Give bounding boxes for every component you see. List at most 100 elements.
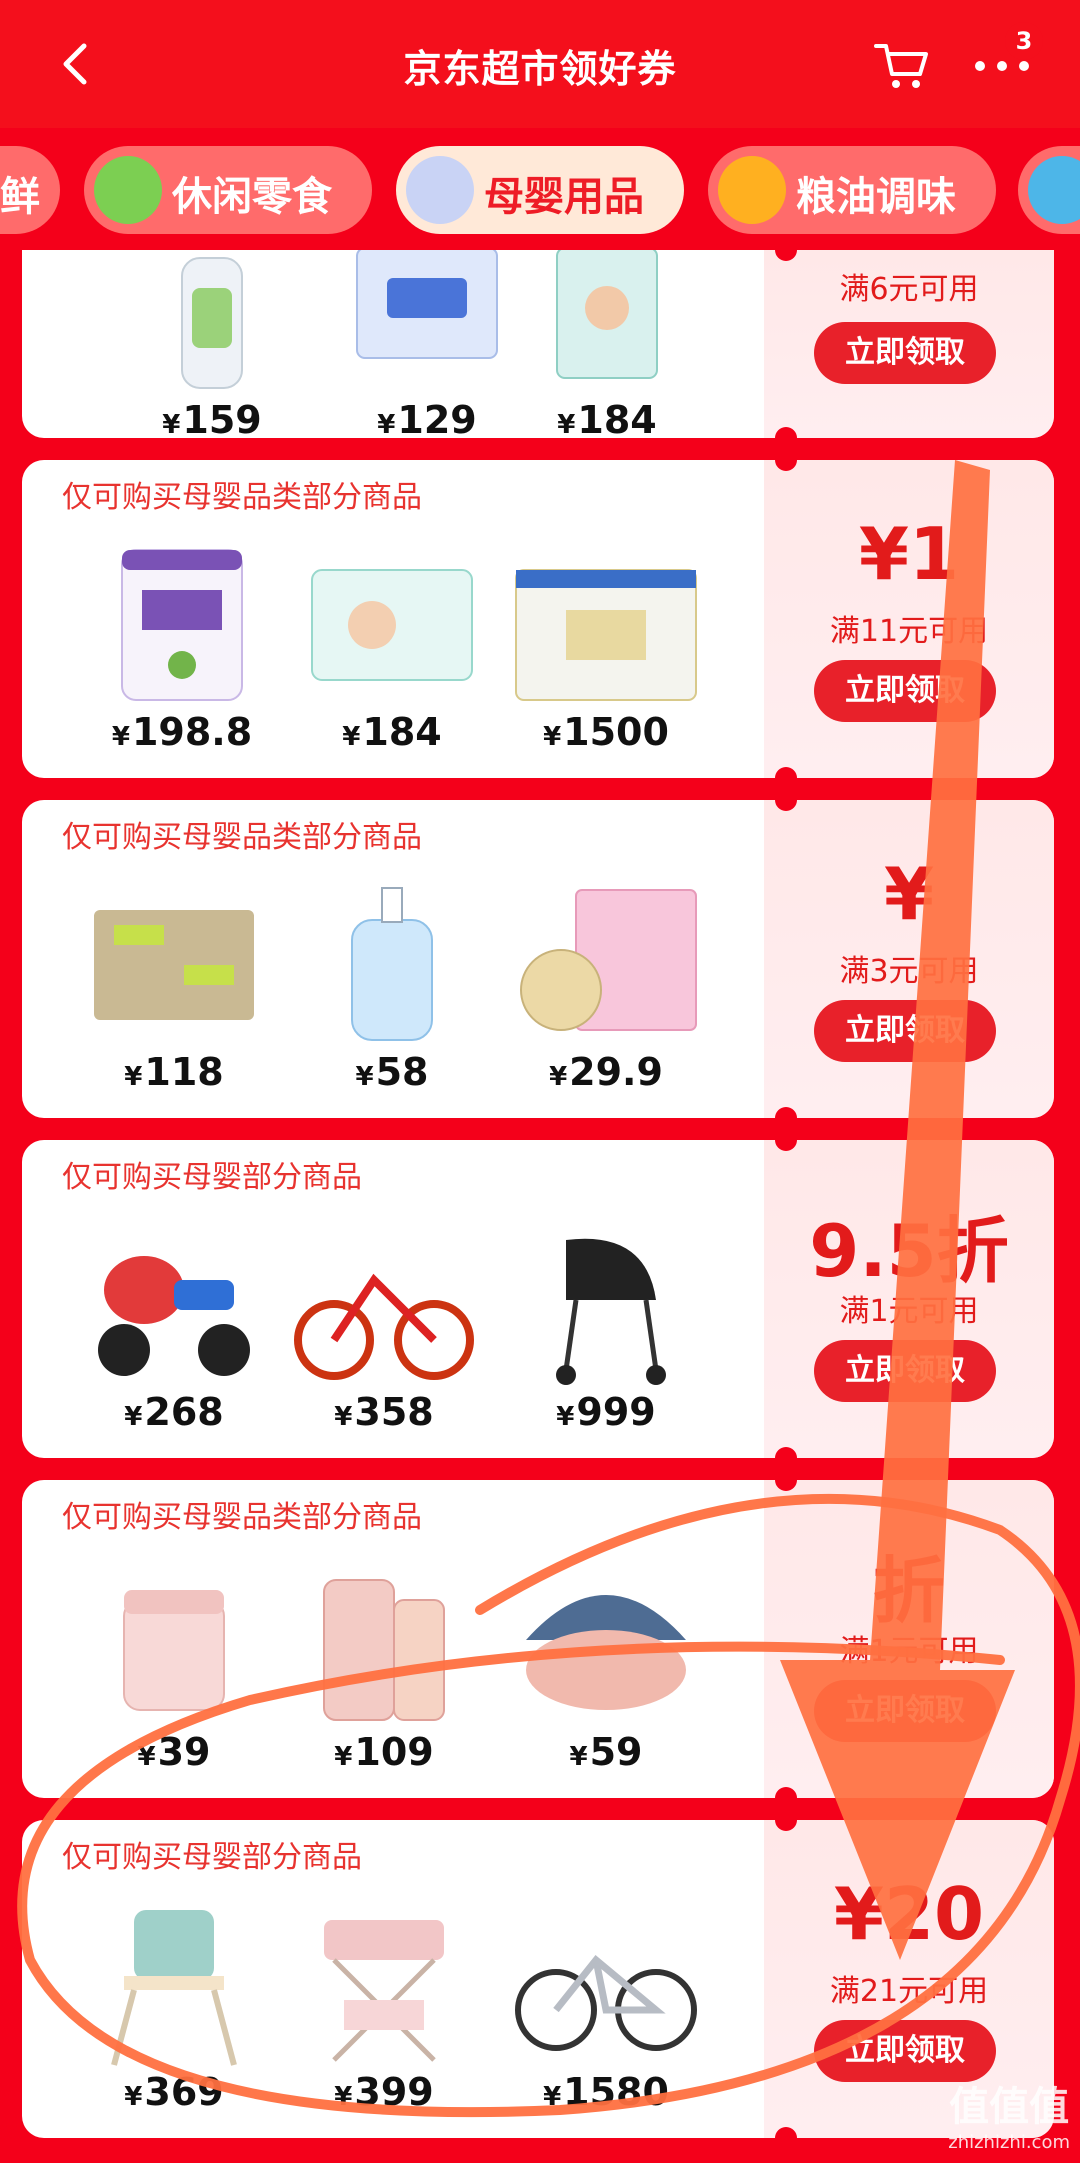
coupon-condition: 满21元可用 [829,1974,989,2009]
kids-motorbike-image [98,1256,250,1376]
top-bar: 京东超市领好券 3 [0,0,1080,128]
product-price: ¥358 [334,1390,434,1434]
kids-bicycle-image [515,1955,697,2051]
coupon-restriction-label: 仅可购买母婴部分商品 [62,1160,362,1195]
product-item[interactable]: ¥198.8 [82,530,282,754]
product-item[interactable]: ¥29.9 [506,870,706,1094]
product-price: ¥999 [556,1390,656,1434]
product-price: ¥184 [342,710,442,754]
coupon-condition: 满11元可用 [829,614,989,649]
diaper-pack-image [311,569,473,681]
category-tab-fresh[interactable]: 鲜 [0,146,60,234]
product-price: ¥399 [334,2070,434,2114]
stroller-image [556,1238,666,1385]
coupon-card: ¥ 满3元可用 立即领取 仅可购买母婴品类部分商品 ¥118 ¥58 ¥29.9 [22,800,1054,1118]
coupon-card: 9.5折 满1元可用 立即领取 仅可购买母婴部分商品 ¥268 ¥358 ¥99… [22,1140,1054,1458]
claim-button[interactable]: 立即领取 [814,660,996,722]
claim-button[interactable]: 立即领取 [814,2020,996,2082]
coupon-restriction-label: 仅可购买母婴部分商品 [62,1840,362,1875]
product-item[interactable]: ¥58 [292,870,492,1094]
baby-cream-jar-image [123,1590,225,1711]
baby-bottle-icon [406,156,474,224]
product-item[interactable]: ¥358 [284,1210,484,1434]
product-item[interactable]: ¥399 [284,1890,484,2114]
category-tabs: 鲜 休闲零食 母婴用品 粮油调味 [0,140,1080,250]
diaper-pack-image [556,250,658,379]
product-item[interactable]: ¥1580 [506,1890,706,2114]
category-tab-label: 鲜 [0,174,40,220]
product-item[interactable]: ¥59 [506,1550,706,1774]
watermark: 值值值 zhizhizhi.com [948,2084,1070,2153]
coupon-value-panel: 满6元可用 立即领取 [764,250,1054,438]
coupon-card: 折 满1元可用 立即领取 仅可购买母婴品类部分商品 ¥39 ¥109 ¥59 [22,1480,1054,1798]
category-tab-more[interactable] [1018,146,1080,234]
category-tab-snacks[interactable]: 休闲零食 [84,146,372,234]
product-item[interactable]: ¥109 [284,1550,484,1774]
oil-bottle-icon [718,156,786,224]
product-price: ¥29.9 [549,1050,663,1094]
product-item[interactable]: ¥129 [327,250,527,438]
product-price: ¥1500 [543,710,669,754]
coupon-value-panel: 9.5折 满1元可用 立即领取 [764,1140,1054,1458]
changing-table-image [324,1920,444,2062]
claim-button[interactable]: 立即领取 [814,322,996,384]
product-price: ¥369 [124,2070,224,2114]
coupon-card: 满6元可用 立即领取 ¥159 ¥129 ¥184 [22,250,1054,438]
coupon-condition: 满1元可用 [839,1634,979,1669]
product-item[interactable]: ¥118 [74,870,274,1094]
coupon-card: ¥1 满11元可用 立即领取 仅可购买母婴品类部分商品 ¥198.8 ¥184 [22,460,1054,778]
coupon-amount: ¥1 [858,512,960,596]
product-item[interactable]: ¥184 [292,530,492,754]
wipes-pack-image [94,910,254,1020]
product-item[interactable]: ¥184 [507,250,707,438]
baby-bottle-image [181,257,243,389]
coupon-amount: 9.5折 [809,1209,1009,1293]
lotion-bottles-image [323,1579,445,1721]
product-item[interactable]: ¥999 [506,1210,706,1434]
product-price: ¥198.8 [111,710,253,754]
coupon-amount: ¥20 [833,1872,985,1956]
product-price: ¥58 [355,1050,429,1094]
product-price: ¥118 [124,1050,224,1094]
product-price: ¥129 [377,398,477,438]
coupon-condition: 满3元可用 [839,954,979,989]
product-price: ¥268 [124,1390,224,1434]
coupon-card: ¥20 满21元可用 立即领取 仅可购买母婴部分商品 ¥369 ¥399 ¥15… [22,1820,1054,2138]
coupon-restriction-label: 仅可购买母婴品类部分商品 [62,1500,422,1535]
product-price: ¥39 [137,1730,211,1774]
coupon-value-panel: 折 满1元可用 立即领取 [764,1480,1054,1798]
category-tab-label: 休闲零食 [172,174,332,220]
coupon-condition: 满6元可用 [839,272,979,307]
cart-icon[interactable] [874,40,930,92]
coupon-restriction-label: 仅可购买母婴品类部分商品 [62,820,422,855]
product-price: ¥109 [334,1730,434,1774]
coupon-amount: 折 [872,1549,945,1633]
category-tab-label: 粮油调味 [796,174,956,220]
product-item[interactable]: ¥268 [74,1210,274,1434]
formula-cans-image [515,569,697,701]
product-item[interactable]: ¥159 [112,250,312,438]
product-item[interactable]: ¥369 [74,1890,274,2114]
sunscreen-umbrella-image [526,1595,686,1710]
formula-can-image [121,549,243,701]
category-icon [1028,156,1080,224]
diaper-pack-image [356,250,498,359]
product-price: ¥59 [569,1730,643,1774]
product-price: ¥184 [557,398,657,438]
category-tab-grain-oil[interactable]: 粮油调味 [708,146,996,234]
product-price: ¥159 [162,398,262,438]
product-item[interactable]: ¥39 [74,1550,274,1774]
category-tab-baby[interactable]: 母婴用品 [396,146,684,234]
category-tab-label: 母婴用品 [484,174,644,220]
rice-cracker-box-image [520,889,697,1031]
product-price: ¥1580 [543,2070,669,2114]
coupon-restriction-label: 仅可购买母婴品类部分商品 [62,480,422,515]
notification-badge: 3 [1005,22,1043,60]
high-chair-image [111,1910,237,2066]
claim-button[interactable]: 立即领取 [814,1000,996,1062]
coupon-value-panel: ¥1 满11元可用 立即领取 [764,460,1054,778]
product-item[interactable]: ¥1500 [506,530,706,754]
claim-button[interactable]: 立即领取 [814,1340,996,1402]
claim-button[interactable]: 立即领取 [814,1680,996,1742]
coupon-amount: ¥ [883,852,935,936]
